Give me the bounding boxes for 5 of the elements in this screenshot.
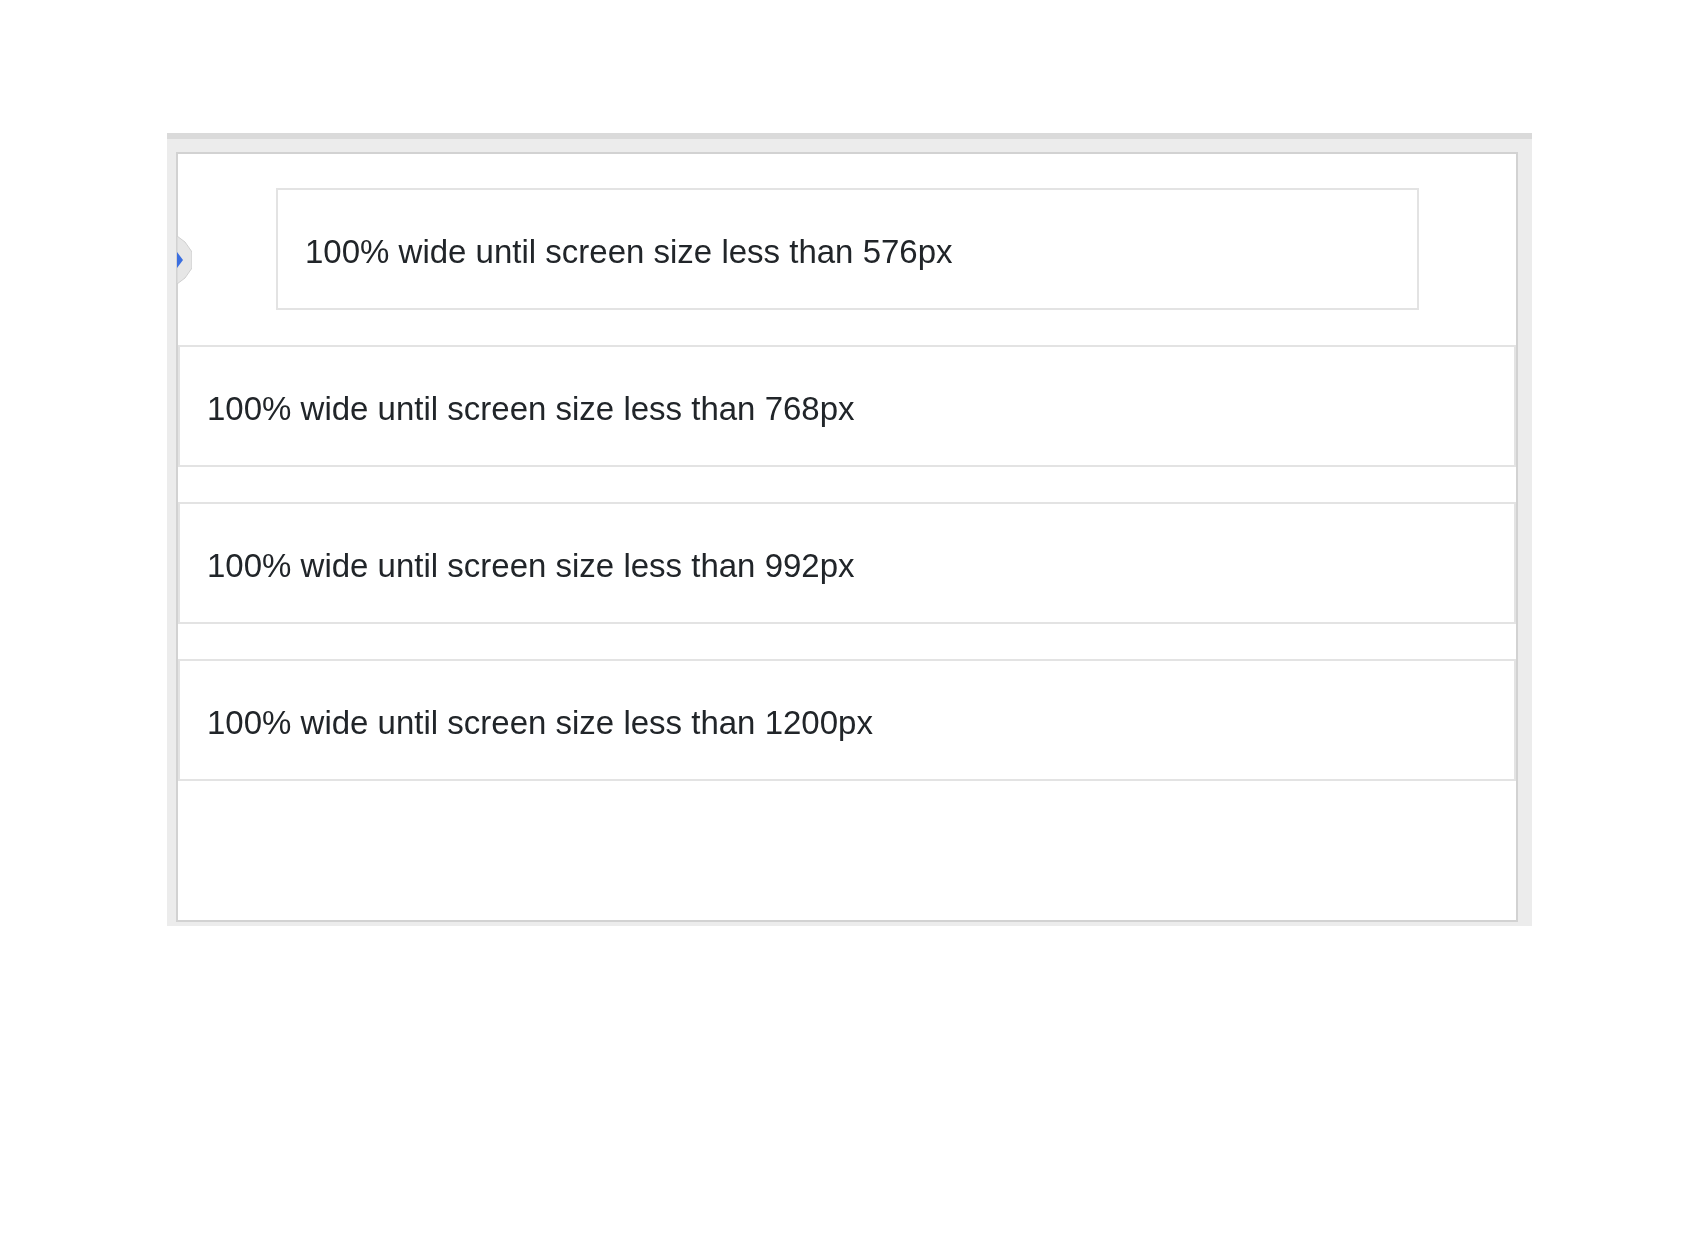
row-text: 100% wide until screen size less than 768px — [207, 390, 855, 428]
arrow-tab-icon[interactable] — [177, 236, 192, 284]
row-text: 100% wide until screen size less than 576px — [305, 233, 953, 271]
row-text: 100% wide until screen size less than 1200px — [207, 704, 873, 742]
row-text: 100% wide until screen size less than 992px — [207, 547, 855, 585]
